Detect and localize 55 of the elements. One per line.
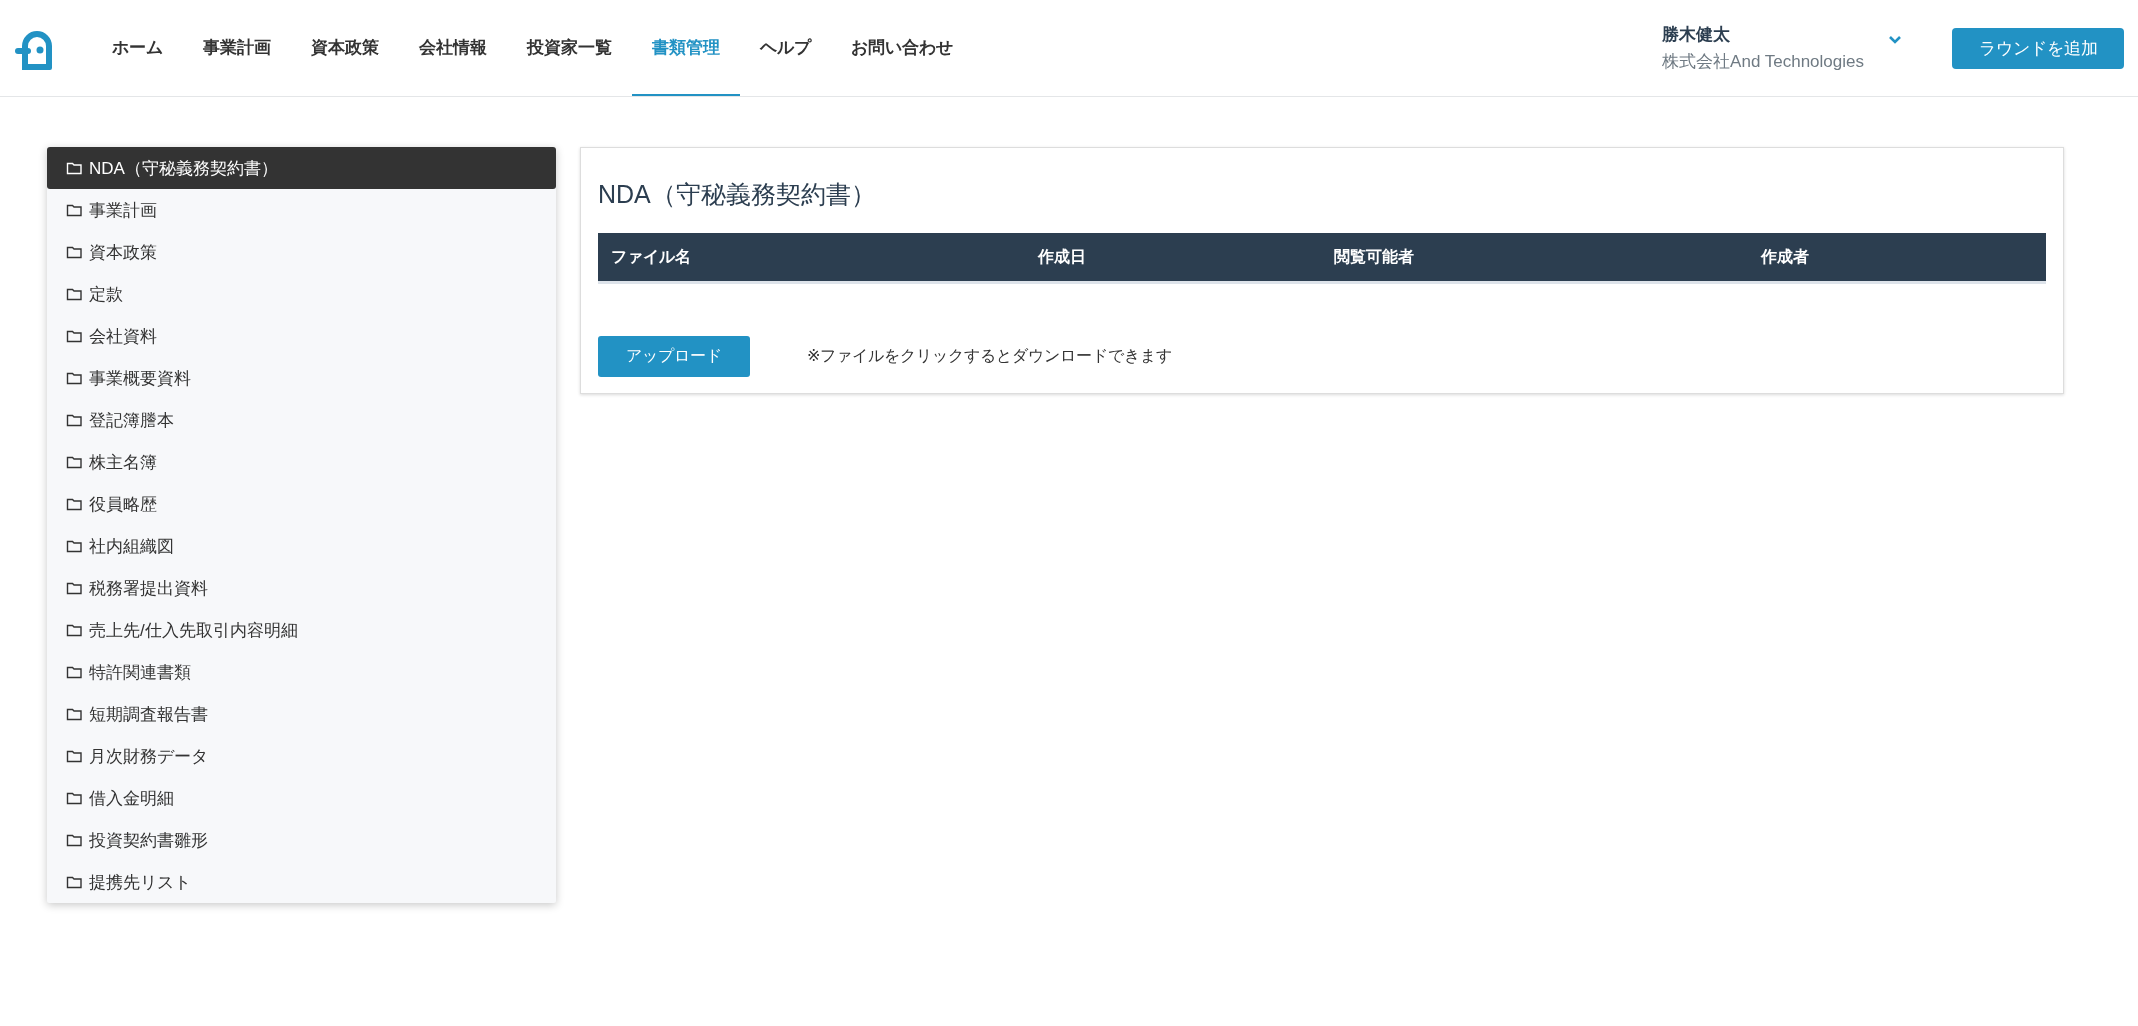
folder-icon: [66, 622, 83, 638]
folder-item[interactable]: 株主名簿: [47, 441, 556, 483]
folder-item[interactable]: 借入金明細: [47, 777, 556, 819]
nav-link[interactable]: 会社情報: [399, 0, 507, 96]
folder-item[interactable]: 月次財務データ: [47, 735, 556, 777]
folder-icon: [66, 454, 83, 470]
column-header: 作成日: [1038, 246, 1087, 267]
folder-item[interactable]: 投資契約書雛形: [47, 819, 556, 861]
folder-icon: [66, 832, 83, 848]
folder-item[interactable]: 登記簿謄本: [47, 399, 556, 441]
folder-icon: [66, 790, 83, 806]
folder-item[interactable]: NDA（守秘義務契約書）: [47, 147, 556, 189]
user-name: 勝木健太: [1662, 24, 1732, 46]
folder-icon: [66, 370, 83, 386]
folder-item[interactable]: 資本政策: [47, 231, 556, 273]
folder-item[interactable]: 事業計画: [47, 189, 556, 231]
upload-button[interactable]: アップロード: [598, 336, 750, 377]
folder-icon: [66, 412, 83, 428]
nav-link[interactable]: 事業計画: [183, 0, 291, 96]
folder-icon: [66, 286, 83, 302]
column-header: 閲覧可能者: [1334, 246, 1415, 267]
nav-link[interactable]: ヘルプ: [740, 0, 831, 96]
add-round-button[interactable]: ラウンドを追加: [1952, 27, 2124, 69]
folder-icon: [66, 538, 83, 554]
folder-icon: [66, 874, 83, 890]
folder-title: NDA（守秘義務契約書）: [598, 179, 877, 210]
folder-item[interactable]: 社内組織図: [47, 525, 556, 567]
folder-item[interactable]: 売上先/仕入先取引内容明細: [47, 609, 556, 651]
folder-icon: [66, 496, 83, 512]
chevron-down-icon[interactable]: [1888, 35, 1902, 45]
folder-item[interactable]: 税務署提出資料: [47, 567, 556, 609]
nav-link[interactable]: 書類管理: [632, 0, 740, 96]
folder-icon: [66, 580, 83, 596]
folder-item[interactable]: 事業概要資料: [47, 357, 556, 399]
nav-link[interactable]: 投資家一覧: [507, 0, 632, 96]
folder-icon: [66, 160, 83, 176]
folder-icon: [66, 244, 83, 260]
column-header: 作成者: [1761, 246, 1810, 267]
folder-item[interactable]: 会社資料: [47, 315, 556, 357]
folder-icon: [66, 664, 83, 680]
nav-link[interactable]: お問い合わせ: [831, 0, 973, 96]
folder-item[interactable]: 短期調査報告書: [47, 693, 556, 735]
download-note: ※ファイルをクリックするとダウンロードできます: [807, 346, 1173, 366]
folder-item[interactable]: 提携先リスト: [47, 861, 556, 903]
folder-item[interactable]: 役員略歴: [47, 483, 556, 525]
nav-link[interactable]: 資本政策: [291, 0, 399, 96]
folder-icon: [66, 202, 83, 218]
folder-icon: [66, 706, 83, 722]
column-header: ファイル名: [611, 246, 692, 267]
nav-link[interactable]: ホーム: [92, 0, 183, 96]
folder-item[interactable]: 特許関連書類: [47, 651, 556, 693]
company-name: 株式会社And Technologies: [1662, 51, 1864, 73]
folder-icon: [66, 328, 83, 344]
folder-icon: [66, 748, 83, 764]
folder-item[interactable]: 定款: [47, 273, 556, 315]
